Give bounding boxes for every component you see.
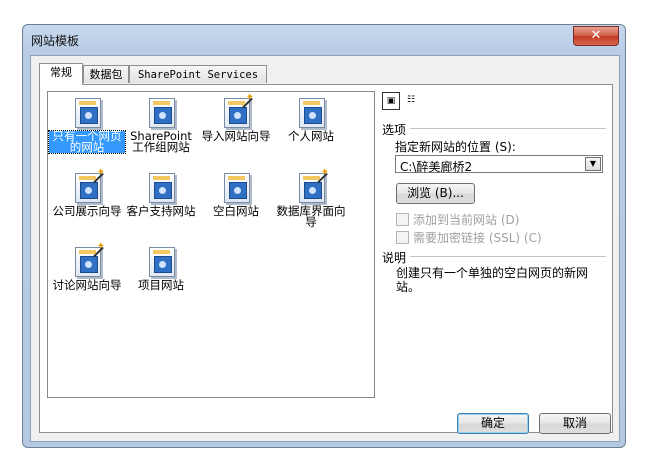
description-text: 创建只有一个单独的空白网页的新网站。 bbox=[396, 266, 589, 294]
corporate-wizard-icon bbox=[71, 167, 105, 204]
description-heading: 说明 bbox=[382, 251, 407, 265]
support-site-icon bbox=[145, 172, 177, 204]
large-icons-view-icon[interactable]: ▣ bbox=[382, 92, 400, 110]
database-wizard-icon bbox=[295, 167, 329, 204]
template-item-database-wizard[interactable]: 数据库界面向导 bbox=[273, 167, 349, 228]
import-wizard-icon bbox=[220, 92, 254, 129]
cancel-button[interactable]: 取消 bbox=[539, 413, 611, 434]
dialog-client-area: 常规 数据包 SharePoint Services 只有一个网页的网站 Sha… bbox=[30, 55, 620, 442]
location-label: 指定新网站的位置 (S): bbox=[395, 140, 516, 154]
discussion-wizard-icon bbox=[71, 241, 105, 278]
template-item-discussion-wizard[interactable]: 讨论网站向导 bbox=[49, 241, 125, 291]
template-item-support[interactable]: 客户支持网站 bbox=[123, 172, 199, 217]
template-item-import-wizard[interactable]: 导入网站向导 bbox=[198, 92, 274, 142]
template-item-single-page[interactable]: 只有一个网页的网站 bbox=[48, 97, 126, 154]
checkbox-box[interactable] bbox=[396, 231, 409, 244]
tab-packages[interactable]: 数据包 bbox=[83, 65, 129, 83]
template-item-personal[interactable]: 个人网站 bbox=[273, 97, 349, 142]
add-to-current-checkbox[interactable]: 添加到当前网站 (D) bbox=[396, 211, 519, 228]
template-item-corporate-wizard[interactable]: 公司展示向导 bbox=[49, 167, 125, 217]
dialog-title: 网站模板 bbox=[31, 34, 80, 48]
ok-button[interactable]: 确定 bbox=[457, 413, 529, 434]
chevron-down-icon[interactable]: ▼ bbox=[585, 157, 601, 171]
list-view-icon[interactable]: ☷ bbox=[402, 92, 420, 110]
template-list[interactable]: 只有一个网页的网站 SharePoint 工作组网站 导入网站向导 个人网站 公… bbox=[47, 91, 375, 398]
tab-general[interactable]: 常规 bbox=[39, 63, 83, 85]
close-button[interactable]: ✕ bbox=[573, 26, 619, 46]
location-combo[interactable]: C:\醉美廊桥2 ▼ bbox=[395, 155, 603, 174]
location-value: C:\醉美廊桥2 bbox=[400, 160, 473, 174]
description-divider bbox=[410, 256, 606, 258]
empty-site-icon bbox=[220, 172, 252, 204]
options-divider bbox=[410, 128, 606, 130]
general-tab-panel: 只有一个网页的网站 SharePoint 工作组网站 导入网站向导 个人网站 公… bbox=[39, 84, 613, 433]
web-site-templates-dialog: 网站模板 ✕ 常规 数据包 SharePoint Services 只有一个网页… bbox=[22, 24, 626, 448]
web-page-icon bbox=[71, 97, 103, 129]
encrypted-connection-checkbox[interactable]: 需要加密链接 (SSL) (C) bbox=[396, 229, 542, 246]
personal-site-icon bbox=[295, 97, 327, 129]
tab-sharepoint-services[interactable]: SharePoint Services bbox=[129, 65, 267, 83]
template-item-empty[interactable]: 空白网站 bbox=[198, 172, 274, 217]
sharepoint-site-icon bbox=[145, 97, 177, 129]
checkbox-box[interactable] bbox=[396, 213, 409, 226]
browse-button[interactable]: 浏览 (B)... bbox=[396, 183, 475, 204]
project-site-icon bbox=[145, 246, 177, 278]
options-heading: 选项 bbox=[382, 123, 407, 137]
template-item-sharepoint[interactable]: SharePoint 工作组网站 bbox=[123, 97, 199, 153]
template-item-project[interactable]: 项目网站 bbox=[123, 246, 199, 291]
